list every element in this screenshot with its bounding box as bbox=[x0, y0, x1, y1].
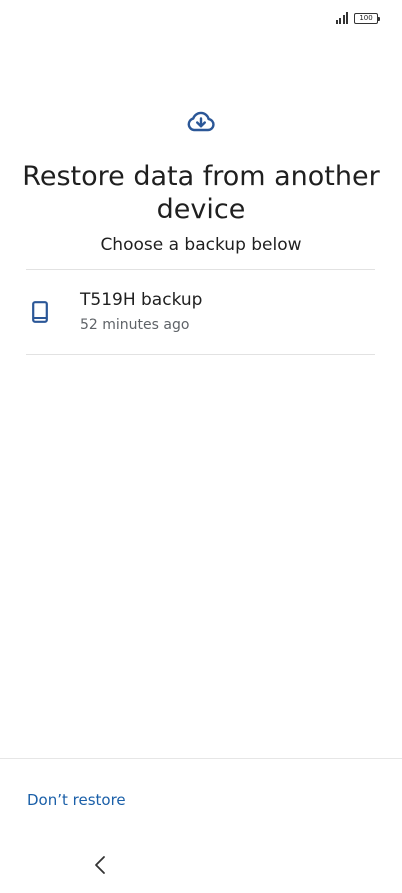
battery-level: 100 bbox=[359, 13, 373, 22]
page-subtitle: Choose a backup below bbox=[100, 235, 302, 255]
backup-name: T519H backup bbox=[80, 290, 203, 310]
signal-bars-icon bbox=[335, 12, 348, 24]
backup-list-item[interactable]: T519H backup 52 minutes ago bbox=[26, 270, 375, 354]
phone-icon bbox=[32, 301, 48, 323]
chevron-left-icon[interactable] bbox=[92, 854, 108, 876]
cloud-download-icon bbox=[187, 111, 215, 132]
list-divider-bottom bbox=[26, 354, 375, 355]
backup-item-text: T519H backup 52 minutes ago bbox=[80, 290, 202, 334]
battery-icon: 100 bbox=[354, 12, 380, 24]
status-bar: 100 bbox=[335, 10, 380, 26]
page-title: Restore data from another device bbox=[22, 161, 380, 225]
dont-restore-button[interactable]: Don’t restore bbox=[27, 790, 126, 810]
backup-time: 52 minutes ago bbox=[80, 317, 190, 333]
footer-divider bbox=[0, 758, 402, 759]
restore-screen: 100 Restore data from another device Cho… bbox=[0, 0, 402, 893]
